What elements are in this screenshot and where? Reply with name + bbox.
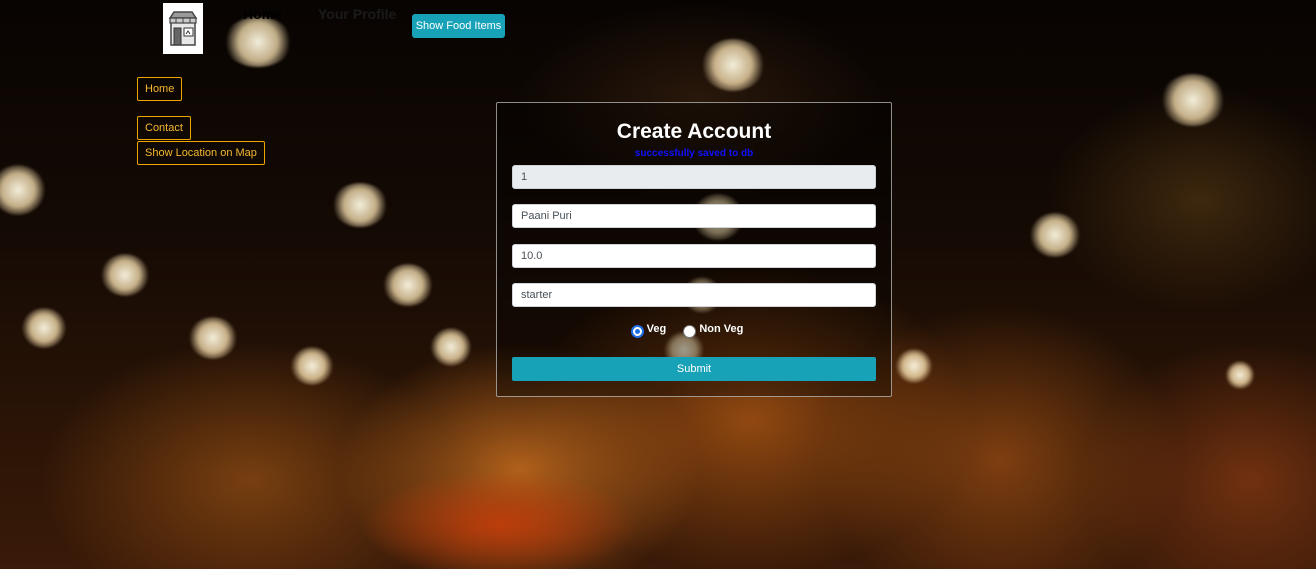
background-glow xyxy=(360,470,640,569)
create-account-form: Create Account successfully saved to db … xyxy=(496,102,892,397)
sidebar-contact-button[interactable]: Contact xyxy=(137,116,191,140)
category-field[interactable] xyxy=(512,283,876,307)
nav-home-link[interactable]: Home xyxy=(243,6,282,22)
veg-radio[interactable] xyxy=(630,325,644,338)
status-message: successfully saved to db xyxy=(634,148,754,159)
bokeh-light xyxy=(223,17,293,67)
show-food-items-button[interactable]: Show Food Items xyxy=(412,14,505,38)
sidebar-show-location-button[interactable]: Show Location on Map xyxy=(137,141,265,165)
bokeh-light xyxy=(291,347,333,385)
bokeh-light xyxy=(1161,74,1225,126)
bokeh-light xyxy=(22,308,66,348)
non-veg-radio-label: Non Veg xyxy=(699,323,744,335)
veg-radio-label: Veg xyxy=(646,323,667,335)
form-title: Create Account xyxy=(616,120,772,143)
non-veg-radio[interactable] xyxy=(683,325,697,338)
logo[interactable] xyxy=(163,3,203,54)
storefront-icon xyxy=(168,10,198,46)
bokeh-light xyxy=(101,254,149,296)
bokeh-light xyxy=(896,349,932,383)
id-field[interactable] xyxy=(512,165,876,189)
bokeh-light xyxy=(1030,213,1080,257)
bokeh-light xyxy=(332,183,388,227)
nav-profile-link[interactable]: Your Profile xyxy=(318,6,396,22)
bokeh-light xyxy=(189,317,237,359)
food-name-field[interactable] xyxy=(512,204,876,228)
bokeh-light xyxy=(701,39,765,91)
price-field[interactable] xyxy=(512,244,876,268)
bokeh-light xyxy=(383,264,433,306)
food-type-radio-group: Veg Non Veg xyxy=(497,323,891,338)
sidebar-home-button[interactable]: Home xyxy=(137,77,183,101)
bokeh-light xyxy=(1226,361,1254,389)
submit-button[interactable]: Submit xyxy=(512,357,876,381)
bokeh-light xyxy=(431,328,471,366)
